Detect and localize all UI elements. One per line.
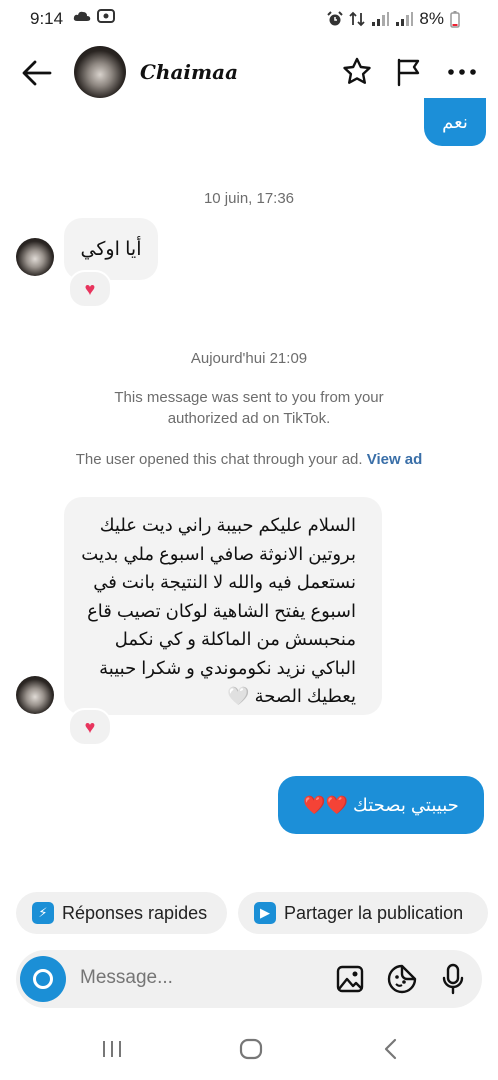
status-time: 9:14	[30, 9, 64, 28]
share-publication-button[interactable]: ▶ Partager la publication	[238, 892, 488, 934]
opened-chat-text: The user opened this chat through your a…	[75, 451, 363, 468]
sender-avatar[interactable]	[16, 238, 54, 276]
received-message-bubble-2[interactable]: السلام عليكم حبيبة راني ديت عليك بروتين …	[64, 497, 382, 715]
received-message-text: أيا اوكي	[80, 238, 142, 260]
heart-reaction-icon: ♥	[84, 278, 96, 299]
status-bar: 9:14 8%	[0, 0, 498, 40]
heart-reaction-2[interactable]: ♥	[68, 708, 112, 746]
sent-message-text-2: حبيبتي بصحتك ❤️❤️	[303, 794, 459, 815]
message-composer	[16, 950, 482, 1008]
contact-avatar[interactable]	[74, 46, 126, 98]
lightning-icon: ⚡	[32, 902, 54, 924]
sent-message-bubble[interactable]: نعم	[424, 98, 486, 146]
gallery-icon[interactable]	[336, 965, 364, 993]
battery-percent: 8%	[419, 9, 444, 28]
status-system-icons: 8%	[327, 9, 460, 29]
back-nav-icon[interactable]	[382, 1038, 398, 1060]
contact-name[interactable]: Chaimaa	[140, 60, 238, 84]
recent-apps-icon[interactable]	[101, 1039, 123, 1059]
flag-icon[interactable]	[393, 56, 425, 88]
sticker-icon[interactable]	[387, 964, 417, 994]
received-message-text-2: السلام عليكم حبيبة راني ديت عليك بروتين …	[81, 515, 356, 706]
opened-chat-notice: The user opened this chat through your a…	[0, 449, 498, 470]
message-list[interactable]: نعم 10 juin, 17:36 أيا اوكي ♥ Aujourd'hu…	[0, 98, 498, 888]
view-ad-link[interactable]: View ad	[367, 451, 423, 468]
home-icon[interactable]	[239, 1038, 263, 1060]
quick-replies-label: Réponses rapides	[62, 902, 208, 923]
date-separator: 10 juin, 17:36	[203, 190, 295, 207]
heart-reaction[interactable]: ♥	[68, 270, 112, 308]
share-publication-label: Partager la publication	[284, 902, 464, 923]
more-options-icon[interactable]	[446, 56, 478, 88]
star-icon[interactable]	[341, 56, 373, 88]
status-notification-icons	[73, 9, 115, 23]
camera-icon[interactable]	[20, 956, 66, 1002]
sent-message-bubble-2[interactable]: حبيبتي بصحتك ❤️❤️	[278, 776, 484, 834]
cloud-icon	[73, 11, 91, 21]
data-transfer-icon	[349, 11, 366, 27]
battery-icon	[450, 10, 460, 28]
quick-replies-button[interactable]: ⚡ Réponses rapides	[16, 892, 227, 934]
signal-icon-2	[396, 12, 414, 26]
date-separator-2: Aujourd'hui 21:09	[190, 350, 308, 367]
screen-record-icon	[97, 9, 115, 23]
sender-avatar-2[interactable]	[16, 676, 54, 714]
microphone-icon[interactable]	[441, 963, 465, 995]
heart-reaction-icon-2: ♥	[84, 716, 96, 737]
play-icon: ▶	[254, 902, 276, 924]
message-input[interactable]	[78, 966, 312, 990]
ad-notice: This message was sent to you from your a…	[114, 389, 384, 427]
sent-message-text: نعم	[442, 112, 468, 132]
system-nav-bar	[0, 1012, 498, 1080]
back-arrow-icon[interactable]	[20, 56, 54, 90]
alarm-icon	[327, 11, 344, 26]
signal-icon	[372, 12, 390, 26]
